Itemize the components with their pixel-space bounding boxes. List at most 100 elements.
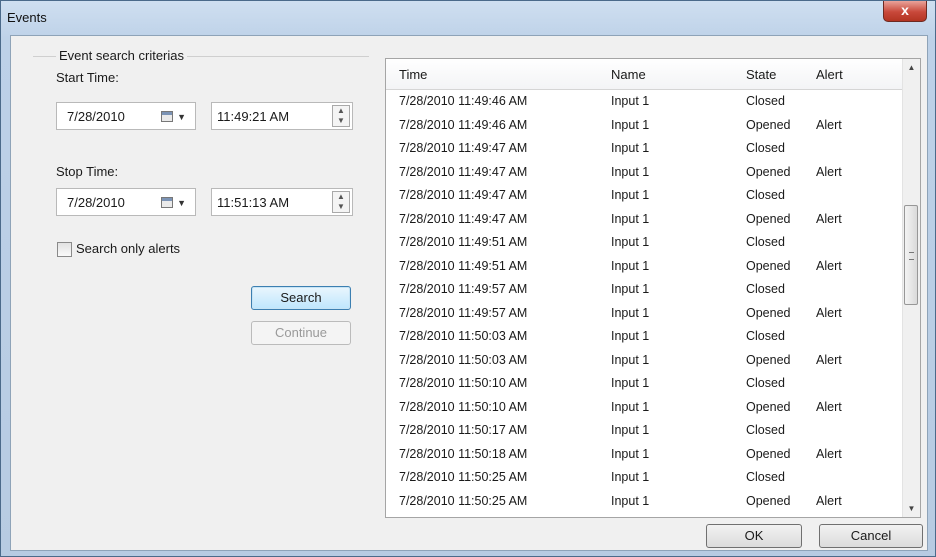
table-row[interactable]: 7/28/2010 11:50:17 AM Input 1 Closed [386,422,904,440]
cell-alert: Alert [816,211,842,226]
cell-name: Input 1 [611,94,650,108]
cell-state: Closed [746,423,785,437]
cell-state: Opened [746,211,791,226]
cell-time: 7/28/2010 11:50:10 AM [399,399,528,414]
cell-name: Input 1 [611,470,650,484]
chevron-down-icon[interactable]: ▼ [177,112,186,122]
table-row[interactable]: 7/28/2010 11:50:10 AM Input 1 Opened Alert [386,399,904,417]
cell-time: 7/28/2010 11:50:10 AM [399,376,528,390]
cell-time: 7/28/2010 11:49:51 AM [399,235,528,249]
cell-time: 7/28/2010 11:49:47 AM [399,141,528,155]
table-row[interactable]: 7/28/2010 11:49:46 AM Input 1 Closed [386,93,904,111]
cell-alert: Alert [816,117,842,132]
table-row[interactable]: 7/28/2010 11:50:25 AM Input 1 Closed [386,469,904,487]
table-row[interactable]: 7/28/2010 11:49:51 AM Input 1 Closed [386,234,904,252]
cell-state: Closed [746,282,785,296]
cell-alert: Alert [816,352,842,367]
table-row[interactable]: 7/28/2010 11:49:47 AM Input 1 Opened Alert [386,211,904,229]
cell-name: Input 1 [611,493,650,508]
cell-time: 7/28/2010 11:49:51 AM [399,258,528,273]
search-only-alerts-label[interactable]: Search only alerts [76,241,180,256]
stop-date-picker[interactable]: 7/28/2010 ▼ [56,188,196,216]
grip-icon [909,252,914,260]
start-time-value: 11:49:21 AM [217,109,290,124]
cell-name: Input 1 [611,164,650,179]
title-bar[interactable]: Events x [1,1,935,35]
cell-time: 7/28/2010 11:49:46 AM [399,94,528,108]
start-date-picker[interactable]: 7/28/2010 ▼ [56,102,196,130]
cell-name: Input 1 [611,446,650,461]
table-row[interactable]: 7/28/2010 11:50:25 AM Input 1 Opened Alert [386,493,904,511]
cell-name: Input 1 [611,235,650,249]
chevron-down-icon[interactable]: ▼ [177,198,186,208]
cell-state: Opened [746,493,791,508]
stop-time-field[interactable]: 11:51:13 AM ▲ ▼ [211,188,353,216]
search-only-alerts-checkbox[interactable] [57,242,72,257]
cell-state: Opened [746,399,791,414]
events-list[interactable]: Time Name State Alert 7/28/2010 11:49:46… [385,58,921,518]
cell-time: 7/28/2010 11:50:18 AM [399,446,528,461]
vertical-scrollbar[interactable]: ▲ ▼ [902,59,920,517]
cell-time: 7/28/2010 11:49:47 AM [399,188,528,202]
table-row[interactable]: 7/28/2010 11:49:47 AM Input 1 Opened Alert [386,164,904,182]
table-row[interactable]: 7/28/2010 11:49:47 AM Input 1 Closed [386,140,904,158]
cell-name: Input 1 [611,282,650,296]
ok-button[interactable]: OK [706,524,802,548]
column-header-time[interactable]: Time [399,67,427,82]
table-row[interactable]: 7/28/2010 11:50:18 AM Input 1 Opened Alert [386,446,904,464]
spin-down-icon[interactable]: ▼ [333,202,349,212]
cell-name: Input 1 [611,329,650,343]
stop-time-value: 11:51:13 AM [217,195,290,210]
cell-name: Input 1 [611,305,650,320]
column-header-name[interactable]: Name [611,67,646,82]
spin-down-icon[interactable]: ▼ [333,116,349,126]
table-row[interactable]: 7/28/2010 11:50:10 AM Input 1 Closed [386,375,904,393]
cell-alert: Alert [816,399,842,414]
stop-time-spinner[interactable]: ▲ ▼ [332,191,350,213]
table-row[interactable]: 7/28/2010 11:49:47 AM Input 1 Closed [386,187,904,205]
close-button[interactable]: x [883,1,927,22]
stop-date-value: 7/28/2010 [67,195,125,210]
continue-button[interactable]: Continue [251,321,351,345]
search-criteria-group [33,56,369,257]
cell-name: Input 1 [611,141,650,155]
column-header-alert[interactable]: Alert [816,67,843,82]
cell-name: Input 1 [611,399,650,414]
cell-alert: Alert [816,164,842,179]
events-list-header: Time Name State Alert [386,59,904,90]
cell-state: Closed [746,470,785,484]
cell-time: 7/28/2010 11:50:25 AM [399,470,528,484]
cell-state: Closed [746,329,785,343]
cell-name: Input 1 [611,117,650,132]
calendar-icon[interactable] [161,111,173,122]
column-header-state[interactable]: State [746,67,776,82]
calendar-icon[interactable] [161,197,173,208]
cell-state: Closed [746,141,785,155]
dialog-client-area: Event search criterias Start Time: 7/28/… [10,35,928,551]
cell-time: 7/28/2010 11:50:17 AM [399,423,528,437]
cell-alert: Alert [816,305,842,320]
spin-up-icon[interactable]: ▲ [333,106,349,116]
spin-up-icon[interactable]: ▲ [333,192,349,202]
start-time-field[interactable]: 11:49:21 AM ▲ ▼ [211,102,353,130]
cell-name: Input 1 [611,211,650,226]
table-row[interactable]: 7/28/2010 11:49:51 AM Input 1 Opened Alert [386,258,904,276]
scroll-down-icon[interactable]: ▼ [903,500,920,517]
scroll-up-icon[interactable]: ▲ [903,59,920,76]
cell-time: 7/28/2010 11:50:03 AM [399,329,528,343]
table-row[interactable]: 7/28/2010 11:49:57 AM Input 1 Opened Alert [386,305,904,323]
table-row[interactable]: 7/28/2010 11:50:03 AM Input 1 Closed [386,328,904,346]
cancel-button[interactable]: Cancel [819,524,923,548]
search-button[interactable]: Search [251,286,351,310]
start-time-spinner[interactable]: ▲ ▼ [332,105,350,127]
scrollbar-thumb[interactable] [904,205,918,305]
table-row[interactable]: 7/28/2010 11:49:57 AM Input 1 Closed [386,281,904,299]
cell-state: Opened [746,305,791,320]
cell-state: Opened [746,164,791,179]
cell-state: Closed [746,235,785,249]
cell-state: Opened [746,446,791,461]
start-time-label: Start Time: [56,70,119,85]
table-row[interactable]: 7/28/2010 11:50:03 AM Input 1 Opened Alert [386,352,904,370]
events-window: Events x Event search criterias Start Ti… [0,0,936,557]
table-row[interactable]: 7/28/2010 11:49:46 AM Input 1 Opened Alert [386,117,904,135]
